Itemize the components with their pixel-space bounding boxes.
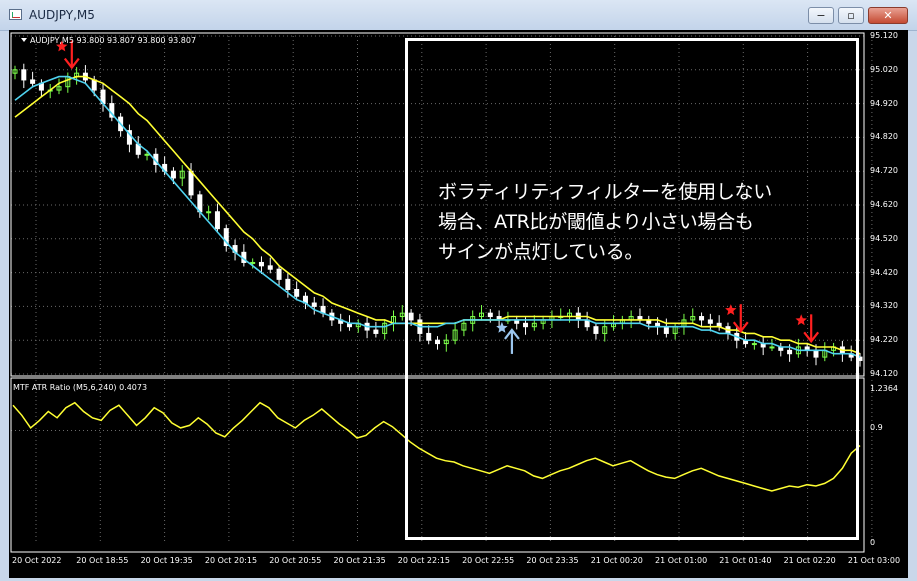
candle-body: [206, 211, 212, 214]
price-tick-label: 94.420: [870, 267, 898, 277]
candle-body: [311, 302, 317, 307]
candle-body: [250, 261, 256, 264]
price-tick-label: 95.020: [870, 64, 898, 74]
time-tick-label: 20 Oct 22:15: [397, 556, 450, 565]
time-tick-label: 20 Oct 23:35: [526, 556, 579, 565]
candle-body: [276, 268, 282, 280]
price-tick-label: 94.720: [870, 166, 898, 176]
time-tick-label: 20 Oct 2022: [12, 556, 62, 565]
candle-body: [170, 170, 176, 179]
annotation-text: ボラティリティフィルターを使用しない 場合、ATR比が閾値より小さい場合も サイ…: [438, 177, 772, 267]
candle-body: [258, 261, 264, 267]
annotation-line-2: 場合、ATR比が閾値より小さい場合も: [438, 211, 754, 233]
price-tick-label: 94.220: [870, 335, 898, 345]
annotation-line-3: サインが点灯している。: [438, 241, 644, 263]
price-tick-label: 95.120: [870, 31, 898, 40]
candle-body: [188, 170, 194, 196]
candle-body: [214, 211, 220, 230]
price-tick-label: 94.620: [870, 200, 898, 209]
indicator-label: MTF ATR Ratio (M5,6,240) 0.4073: [13, 383, 148, 392]
candle-body: [21, 69, 27, 81]
price-tick-label: 94.120: [870, 369, 898, 378]
dropdown-triangle-icon: [21, 38, 27, 42]
indicator-tick-label: 0: [870, 538, 876, 547]
annotation-box: ボラティリティフィルターを使用しない 場合、ATR比が閾値より小さい場合も サイ…: [405, 38, 859, 540]
time-tick-label: 20 Oct 21:35: [333, 556, 386, 565]
candle-body: [294, 289, 300, 297]
price-tick-label: 94.320: [870, 301, 898, 311]
price-tick-label: 94.820: [870, 132, 898, 142]
price-tick-label: 94.920: [870, 98, 898, 108]
ohlc-text: AUDJPY,M5 93.800 93.807 93.800 93.807: [30, 36, 197, 45]
time-tick-label: 21 Oct 03:00: [847, 556, 901, 565]
price-tick-label: 94.520: [870, 233, 898, 243]
candle-body: [373, 329, 379, 334]
chart-header: AUDJPY,M5 93.800 93.807 93.800 93.807: [21, 36, 196, 45]
indicator-tick-label: 0.9: [870, 423, 883, 432]
time-tick-label: 20 Oct 18:55: [76, 556, 129, 565]
candle-body: [267, 265, 273, 270]
time-tick-label: 21 Oct 00:20: [590, 556, 643, 565]
time-tick-label: 20 Oct 19:35: [140, 556, 193, 565]
time-tick-label: 21 Oct 01:00: [655, 556, 708, 565]
annotation-line-1: ボラティリティフィルターを使用しない: [438, 181, 772, 203]
candle-body: [285, 278, 291, 290]
time-tick-label: 20 Oct 20:55: [269, 556, 322, 565]
time-tick-label: 20 Oct 22:55: [462, 556, 515, 565]
terminal-window: AUDJPY,M5 − ▫ ✕ AUDJPY,M5 93.800 93.807 …: [0, 0, 917, 581]
candle-body: [144, 153, 150, 156]
candle-body: [30, 79, 36, 84]
indicator-tick-label: 1.2364: [870, 384, 898, 393]
time-tick-label: 21 Oct 01:40: [719, 556, 772, 565]
time-tick-label: 21 Oct 02:20: [783, 556, 836, 565]
candle-body: [91, 79, 97, 91]
time-tick-label: 20 Oct 20:15: [204, 556, 258, 565]
